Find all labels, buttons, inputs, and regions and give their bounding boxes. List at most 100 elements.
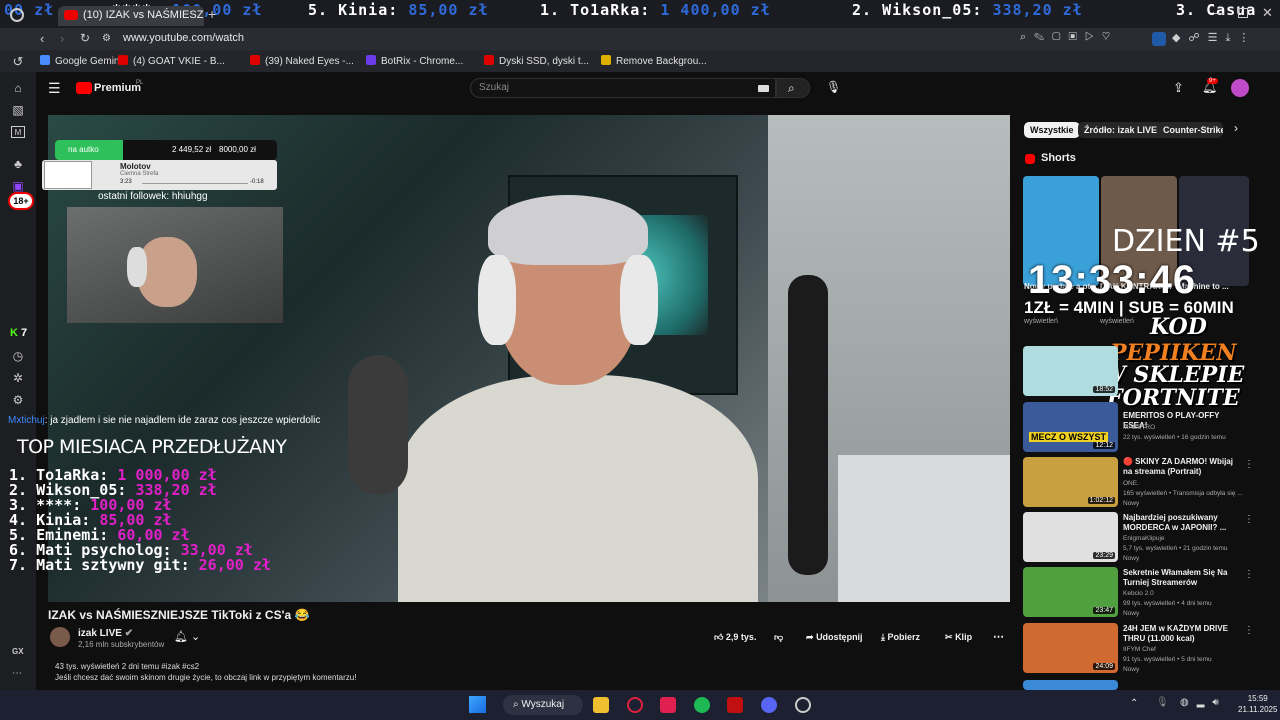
twitch-icon[interactable]: ▣ (11, 180, 25, 192)
chip-game[interactable]: Counter-Strike 2 (1157, 122, 1223, 138)
donation-goal-label: na autko (68, 145, 99, 154)
ticker-item: 5. Kinia: 85,00 zł (308, 1, 489, 19)
bookmark-item[interactable]: Google Gemini (40, 55, 122, 67)
history-icon[interactable]: ↺ (11, 55, 25, 68)
address-toolbar-icons[interactable]: ⌕✎▢▣▷♡ (1020, 31, 1118, 44)
gx-control-icon[interactable]: GX (12, 647, 24, 656)
video-channel[interactable]: MAESTRO (1123, 424, 1155, 431)
video-thumbnail[interactable]: 24:09 (1023, 623, 1118, 673)
video-channel[interactable]: ONE. (1123, 480, 1139, 487)
video-menu-icon[interactable]: ⋮ (1244, 569, 1254, 580)
close-icon[interactable]: ✕ (1262, 5, 1273, 21)
keyboard-icon[interactable] (758, 85, 769, 92)
music-icon[interactable]: ♣ (11, 158, 25, 170)
verified-icon: ✔ (124, 628, 134, 639)
chevron-right-icon[interactable]: › (1234, 121, 1238, 135)
video-thumbnail[interactable] (1023, 680, 1118, 690)
chevron-up-icon[interactable]: ⌃ (1130, 698, 1138, 709)
app-icon[interactable] (660, 697, 676, 713)
microphone-icon[interactable]: 🎙 (826, 80, 841, 94)
video-title[interactable]: Sekretnie Włamałem Się Na Turniej Stream… (1123, 568, 1243, 588)
extension-icon[interactable] (1152, 32, 1166, 46)
video-channel[interactable]: Kebcio 2.0 (1123, 590, 1154, 597)
video-channel[interactable]: EnigmaKlipuje (1123, 535, 1165, 542)
search-input[interactable]: Szukaj (470, 78, 776, 98)
store-icon[interactable]: ⌂ (11, 82, 25, 94)
system-tray-icons[interactable]: ◍▂🔊︎ (1180, 697, 1227, 708)
dislike-button[interactable]: 👎︎ (774, 632, 783, 643)
opera-gx-icon[interactable] (627, 697, 643, 713)
chip-all[interactable]: Wszystkie (1024, 122, 1080, 138)
settings-gear-icon[interactable]: ⚙ (11, 394, 25, 406)
more-actions-icon[interactable]: ⋯ (993, 630, 1004, 643)
bookmark-item[interactable]: (39) Naked Eyes -... (250, 55, 354, 67)
discord-icon[interactable] (761, 697, 777, 713)
video-title[interactable]: Najbardziej poszukiwany MORDERCA w JAPON… (1123, 513, 1243, 533)
windows-start-icon[interactable] (469, 696, 486, 713)
video-channel[interactable]: IIFYM Chef (1123, 646, 1156, 653)
video-menu-icon[interactable]: ⋮ (1244, 625, 1254, 636)
share-button[interactable]: ➦ Udostępnij (806, 632, 863, 643)
video-menu-icon[interactable]: ⋮ (1244, 514, 1254, 525)
bookmark-item[interactable]: Remove Backgrou... (601, 55, 707, 67)
wallpaper-icon[interactable]: ▧ (11, 104, 25, 116)
new-tab-icon[interactable]: + (208, 6, 216, 22)
video-thumbnail[interactable]: 23:47 (1023, 567, 1118, 617)
taskbar-clock[interactable]: 15:59 21.11.2025 (1238, 693, 1277, 715)
hamburger-menu-icon[interactable]: ☰ (48, 80, 61, 97)
upload-icon[interactable]: ⇪ (1173, 80, 1184, 96)
messenger-icon[interactable]: M (11, 126, 25, 138)
opera-gx-logo-icon[interactable] (10, 8, 24, 22)
description-box[interactable]: 43 tys. wyświetleń 2 dni temu #izak #cs2… (55, 661, 356, 683)
video-title[interactable]: 24H JEM w KAŻDYM DRIVE THRU (11.000 kcal… (1123, 624, 1243, 644)
chat-message: Mxtichuj: ja zjadlem i sie nie najadlem … (8, 415, 320, 426)
video-thumbnail[interactable]: 23:29 (1023, 512, 1118, 562)
minimize-icon[interactable] (1214, 13, 1224, 14)
bookmark-item[interactable]: BotRix - Chrome... (366, 55, 463, 67)
video-menu-icon[interactable]: ⋮ (1244, 459, 1254, 470)
avatar[interactable] (1231, 79, 1249, 97)
forward-icon[interactable]: › (60, 31, 64, 46)
video-thumbnail[interactable]: 1:02:12 (1023, 457, 1118, 507)
share-icon: ➦ (806, 632, 814, 642)
video-thumbnail[interactable]: 18:52 (1023, 346, 1118, 396)
reload-icon[interactable]: ↻ (80, 31, 90, 45)
youtube-premium-logo[interactable]: Premium (94, 82, 141, 94)
download-button[interactable]: ⤓ Pobierz (881, 632, 920, 643)
like-count: 2,9 tys. (725, 632, 757, 642)
browser-tab-active[interactable]: (10) IZAK vs NAŚMIESZNE (58, 6, 204, 26)
voicemeeter-icon[interactable] (727, 697, 743, 713)
region-code: PL (136, 80, 144, 86)
extensions-toolbar-icons[interactable]: ◆☍☰⤓⋮ (1172, 31, 1257, 45)
subscription-bell-button[interactable]: 🔔︎ ⌄ (174, 630, 200, 643)
url-field[interactable]: www.youtube.com/watch (123, 32, 244, 44)
more-icon[interactable]: ⋯ (12, 668, 22, 679)
channel-avatar[interactable] (50, 627, 70, 647)
extensions-icon[interactable]: ✲ (11, 372, 25, 384)
youtube-logo-icon[interactable] (76, 82, 92, 94)
spotify-icon[interactable] (694, 697, 710, 713)
taskbar-search[interactable]: ⌕ Wyszukaj (503, 695, 583, 715)
obs-icon[interactable] (795, 697, 811, 713)
like-button[interactable]: 👍︎ 2,9 tys. (714, 632, 756, 643)
bookmark-item[interactable]: Dyski SSD, dyski t... (484, 55, 589, 67)
clip-button[interactable]: ✂ Klip (945, 632, 972, 643)
maximize-icon[interactable] (1238, 8, 1248, 18)
album-art (44, 161, 92, 189)
youtube-icon (250, 55, 260, 65)
video-title[interactable]: 🔴 SKINY ZA DARMO! Wbijaj na streama (Por… (1123, 457, 1243, 477)
chip-source[interactable]: Źródło: izak LIVE (1078, 122, 1164, 138)
headphone-left (478, 255, 516, 345)
back-icon[interactable]: ‹ (40, 31, 44, 46)
kick-badge[interactable]: K 7 (10, 327, 27, 339)
bookmark-item[interactable]: (4) GOAT VKIE - B... (118, 55, 225, 67)
video-thumbnail[interactable]: MECZ O WSZYST 12:12 (1023, 402, 1118, 452)
search-icon: ⌕ (513, 699, 519, 710)
search-button[interactable]: ⌕ (776, 78, 810, 98)
share-label: Udostępnij (816, 632, 863, 642)
history-clock-icon[interactable]: ◷ (11, 350, 25, 362)
microphone-icon[interactable]: 🎙 (1156, 697, 1169, 708)
file-explorer-icon[interactable] (593, 697, 609, 713)
channel-name[interactable]: izak LIVE ✔ (78, 628, 133, 639)
site-settings-icon[interactable]: ⚙ (102, 33, 111, 44)
